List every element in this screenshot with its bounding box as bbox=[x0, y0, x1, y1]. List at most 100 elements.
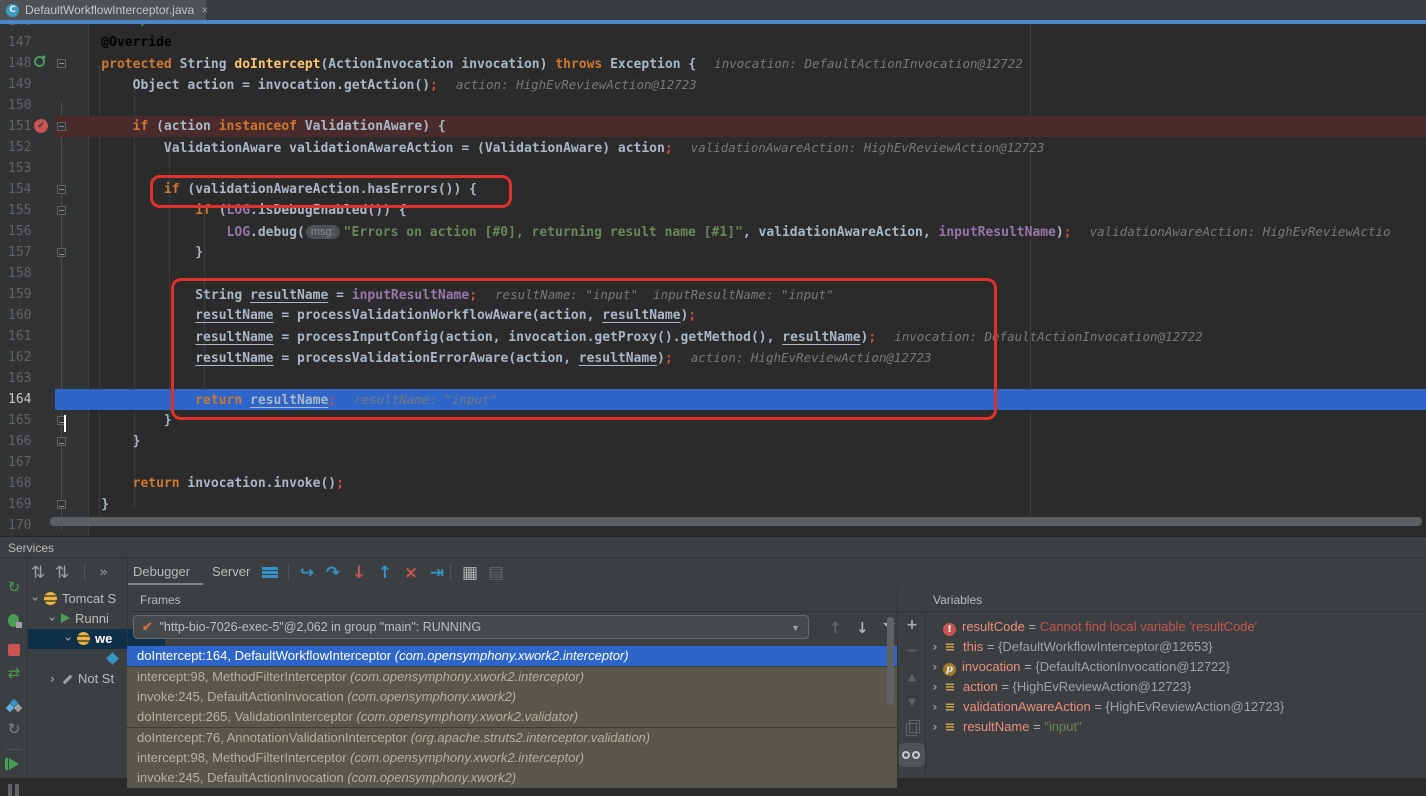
horizontal-scrollbar[interactable] bbox=[50, 517, 1422, 526]
code-line-152[interactable]: 152 ValidationAware validationAwareActio… bbox=[0, 137, 1426, 158]
tab-debugger[interactable]: Debugger bbox=[133, 564, 190, 579]
services-tree-item-runni[interactable]: ›Runni bbox=[28, 609, 149, 629]
show-execution-point-icon[interactable]: ↪ bbox=[297, 563, 317, 583]
code-line-151[interactable]: 151✔ if (action instanceof ValidationAwa… bbox=[0, 116, 1426, 137]
code-line-149[interactable]: 149 Object action = invocation.getAction… bbox=[0, 74, 1426, 95]
refresh-icon[interactable]: ↻ bbox=[0, 720, 28, 738]
variable-row-validationAwareAction[interactable]: ›≡validationAwareAction = {HighEvReviewA… bbox=[927, 697, 1426, 717]
frame-up-icon[interactable]: ↑ bbox=[829, 619, 842, 637]
expand-all-icon[interactable]: ⇅ bbox=[28, 563, 48, 583]
step-out-icon[interactable]: ↑ bbox=[375, 563, 395, 583]
code-line-156[interactable]: 156 LOG.debug(msg:"Errors on action [#0]… bbox=[0, 221, 1426, 242]
fold-marker[interactable] bbox=[57, 248, 66, 257]
code-line-166[interactable]: 166 } bbox=[0, 431, 1426, 452]
line-number: 169 bbox=[8, 497, 38, 512]
code-editor[interactable]: 146 */147 @Override148↑ protected String… bbox=[0, 24, 1426, 536]
rerun-icon[interactable]: ↻ bbox=[0, 578, 28, 596]
show-watches-toggle-icon[interactable] bbox=[899, 743, 925, 767]
rerun-debug-bug-icon[interactable] bbox=[8, 614, 19, 627]
drop-frame-icon[interactable]: × bbox=[401, 563, 421, 583]
stack-frame-row[interactable]: doIntercept:76, AnnotationValidationInte… bbox=[127, 728, 897, 748]
variable-row-resultCode[interactable]: !resultCode = Cannot find local variable… bbox=[927, 617, 1426, 637]
remove-watch-button[interactable]: − bbox=[900, 643, 924, 659]
frames-scrollbar[interactable] bbox=[887, 617, 894, 705]
fold-marker[interactable] bbox=[57, 206, 66, 215]
chevron-down-icon: ▼ bbox=[791, 616, 800, 639]
toolbar-separator bbox=[450, 563, 451, 581]
fold-marker[interactable] bbox=[57, 185, 66, 194]
evaluate-expression-icon[interactable]: ▦ bbox=[460, 563, 480, 583]
expand-chevron-icon[interactable]: › bbox=[927, 720, 943, 734]
code-line-167[interactable]: 167 bbox=[0, 452, 1426, 473]
collapse-all-icon[interactable]: ⇅ bbox=[52, 563, 72, 583]
chevron-down-icon[interactable]: › bbox=[28, 597, 42, 602]
stack-frame-row[interactable]: invoke:245, DefaultActionInvocation (com… bbox=[127, 768, 897, 788]
tab-server[interactable]: Server bbox=[212, 564, 250, 579]
services-tree-item-tomcat-s[interactable]: ›Tomcat S bbox=[28, 589, 132, 609]
redeploy-icon[interactable]: ⇄ bbox=[0, 664, 28, 682]
stack-frame-row[interactable]: intercept:98, MethodFilterInterceptor (c… bbox=[127, 667, 897, 687]
fold-marker[interactable] bbox=[57, 437, 66, 446]
code-line-150[interactable]: 150 bbox=[0, 95, 1426, 116]
overriding-method-marker-icon[interactable]: ↑ bbox=[34, 56, 45, 67]
thread-selector-combo[interactable]: ✔"http-bio-7026-exec-5"@2,062 in group "… bbox=[133, 615, 809, 639]
stop-icon[interactable] bbox=[8, 644, 20, 656]
line-number: 155 bbox=[8, 203, 38, 218]
services-tool-window: Services ↻⇄↻ ›Tomcat S›Runni›we›Not St ⇅… bbox=[0, 536, 1426, 778]
line-number: 159 bbox=[8, 287, 38, 302]
line-number: 150 bbox=[8, 98, 38, 113]
duplicate-watch-icon[interactable] bbox=[906, 723, 917, 736]
frame-down-icon[interactable]: ↓ bbox=[856, 619, 869, 637]
code-text: @Override bbox=[70, 32, 172, 53]
step-into-icon[interactable]: ↓ bbox=[349, 563, 369, 583]
move-up-button[interactable]: ▲ bbox=[900, 672, 924, 683]
artifact-icon bbox=[106, 652, 119, 665]
breakpoint-icon[interactable]: ✔ bbox=[34, 119, 48, 133]
line-number: 146 bbox=[8, 24, 38, 29]
expand-chevron-icon[interactable]: › bbox=[927, 700, 943, 714]
variable-row-resultName[interactable]: ›≡resultName = "input" bbox=[927, 717, 1426, 737]
variable-icon: ≡ bbox=[943, 640, 957, 655]
code-line-148[interactable]: 148↑ protected String doIntercept(Action… bbox=[0, 53, 1426, 74]
equals-sign: = bbox=[1021, 659, 1036, 674]
file-tab[interactable]: C DefaultWorkflowInterceptor.java × bbox=[0, 0, 206, 20]
variable-row-this[interactable]: ›≡this = {DefaultWorkflowInterceptor@126… bbox=[927, 637, 1426, 657]
stack-frame-row[interactable]: doIntercept:265, ValidationInterceptor (… bbox=[127, 707, 897, 727]
fold-marker[interactable] bbox=[57, 122, 66, 131]
stack-frame-row[interactable]: invoke:245, DefaultActionInvocation (com… bbox=[127, 687, 897, 707]
code-line-157[interactable]: 157 } bbox=[0, 242, 1426, 263]
code-line-147[interactable]: 147 @Override bbox=[0, 32, 1426, 53]
variable-value: {HighEvReviewAction@12723} bbox=[1106, 699, 1285, 714]
deployment-diamonds-icon[interactable] bbox=[7, 700, 21, 714]
expand-chevron-icon[interactable]: › bbox=[927, 680, 943, 694]
expand-chevron-icon[interactable]: › bbox=[927, 660, 943, 674]
chevron-down-icon[interactable]: › bbox=[45, 617, 59, 622]
fold-marker[interactable] bbox=[57, 500, 66, 509]
file-tab-title: DefaultWorkflowInterceptor.java bbox=[25, 3, 194, 17]
toolbar-separator bbox=[6, 749, 22, 750]
code-line-168[interactable]: 168 return invocation.invoke(); bbox=[0, 473, 1426, 494]
overflow-actions-chevrons[interactable]: » bbox=[100, 564, 107, 579]
expand-chevron-icon[interactable]: › bbox=[927, 640, 943, 654]
add-watch-button[interactable]: + bbox=[900, 617, 924, 633]
code-line-169[interactable]: 169 } bbox=[0, 494, 1426, 515]
resume-bar bbox=[5, 758, 8, 770]
chevron-right-icon[interactable]: › bbox=[50, 672, 55, 686]
resume-icon[interactable] bbox=[9, 758, 19, 770]
chevron-down-icon[interactable]: › bbox=[61, 637, 75, 642]
fold-marker[interactable] bbox=[57, 59, 66, 68]
layout-settings-icon[interactable]: ▤ bbox=[486, 563, 506, 583]
variable-row-invocation[interactable]: ›pinvocation = {DefaultActionInvocation@… bbox=[927, 657, 1426, 677]
code-line-146[interactable]: 146 */ bbox=[0, 24, 1426, 32]
run-to-cursor-icon[interactable]: ⇥ bbox=[427, 563, 447, 583]
threads-view-icon[interactable] bbox=[262, 567, 278, 578]
inline-debugger-value-hint: validationAwareAction: HighEvReviewActio bbox=[1090, 224, 1391, 239]
stack-frame-row[interactable]: intercept:98, MethodFilterInterceptor (c… bbox=[127, 748, 897, 768]
close-tab-icon[interactable]: × bbox=[201, 3, 208, 17]
step-over-icon[interactable]: ↷ bbox=[323, 563, 343, 583]
line-number: 157 bbox=[8, 245, 38, 260]
stack-frame-row[interactable]: doIntercept:164, DefaultWorkflowIntercep… bbox=[127, 646, 897, 666]
variable-row-action[interactable]: ›≡action = {HighEvReviewAction@12723} bbox=[927, 677, 1426, 697]
pause-icon[interactable] bbox=[8, 784, 12, 796]
move-down-button[interactable]: ▼ bbox=[900, 697, 924, 708]
